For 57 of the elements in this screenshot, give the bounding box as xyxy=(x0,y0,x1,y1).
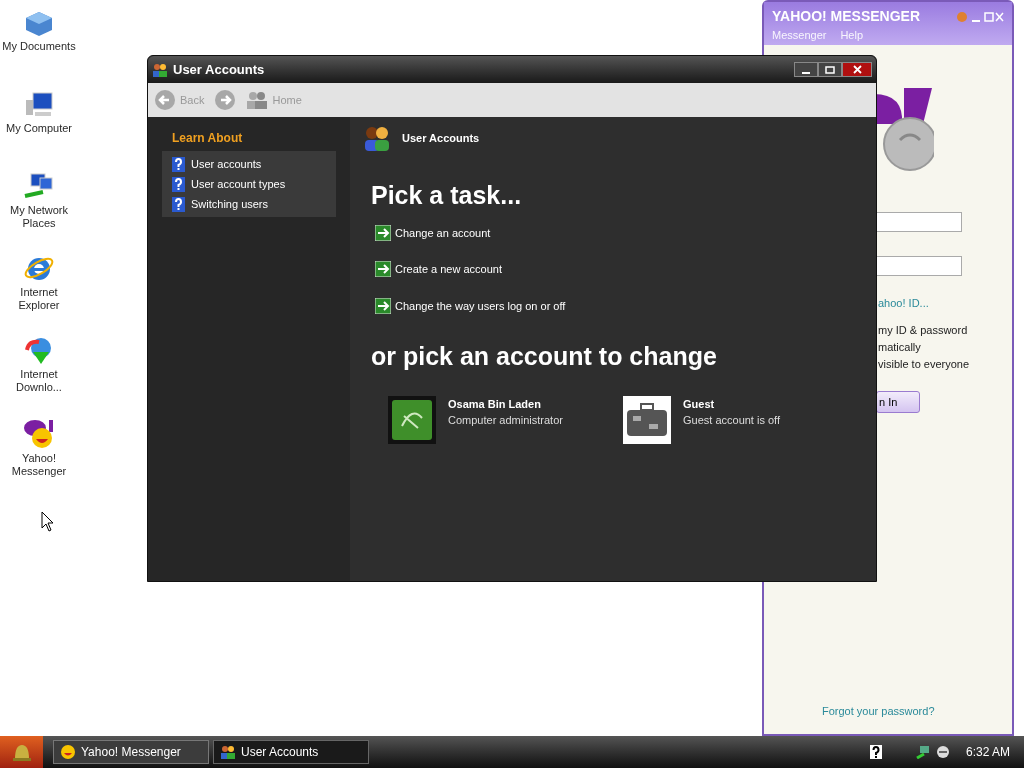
help-icon[interactable] xyxy=(869,745,882,759)
arrow-icon xyxy=(375,224,391,241)
cursor-icon xyxy=(41,511,55,532)
clock: 6:32 AM xyxy=(965,744,1010,761)
maximize-button[interactable] xyxy=(818,62,842,77)
users-icon xyxy=(362,125,392,151)
window-title: User Accounts xyxy=(173,60,265,79)
window-controls-icon[interactable] xyxy=(956,10,1004,23)
task-link[interactable]: Create a new account xyxy=(375,261,876,278)
minimize-icon xyxy=(802,71,810,74)
sidebar-heading: Learn About xyxy=(172,130,244,147)
option-label: my ID & password xyxy=(878,323,968,338)
account-type: Computer administrator xyxy=(448,413,563,428)
start-button[interactable] xyxy=(0,736,43,768)
taskbar-button[interactable]: User Accounts xyxy=(213,740,369,764)
get-id-link[interactable]: ahoo! ID... xyxy=(878,295,929,312)
desktop-icon-label[interactable]: My Documents xyxy=(2,40,76,53)
users-icon xyxy=(152,62,168,77)
desktop-icon-label[interactable]: My Computer xyxy=(2,122,76,135)
maximize-icon xyxy=(825,65,835,74)
network-icon[interactable] xyxy=(915,745,930,759)
help-link[interactable]: User accounts xyxy=(172,154,326,174)
help-icon xyxy=(172,176,185,192)
window-title: YAHOO! MESSENGER xyxy=(772,7,921,26)
task-heading: Pick a task... xyxy=(371,180,523,211)
account-type: Guest account is off xyxy=(683,413,781,428)
desktop-icon-label[interactable]: My Network Places xyxy=(2,204,76,230)
sign-in-button[interactable]: n In xyxy=(876,391,920,413)
task-link[interactable]: Change the way users log on or off xyxy=(375,297,876,314)
users-icon xyxy=(220,745,236,759)
desktop-icon-label[interactable]: Internet Explorer xyxy=(2,286,76,312)
taskbar-button[interactable]: Yahoo! Messenger xyxy=(53,740,209,764)
suitcase-icon[interactable] xyxy=(623,395,671,444)
account-name: Guest xyxy=(683,396,716,412)
desktop-icon-label[interactable]: Internet Downlo... xyxy=(2,368,76,394)
option-label: visible to everyone xyxy=(878,357,970,372)
help-link[interactable]: User account types xyxy=(172,174,326,194)
minimize-button[interactable] xyxy=(794,62,818,77)
close-button[interactable] xyxy=(842,62,872,77)
account-name: Osama Bin Laden xyxy=(448,396,542,412)
close-icon xyxy=(852,65,862,74)
account-tile[interactable]: Guest Guest account is off xyxy=(623,395,858,444)
forgot-password-link[interactable]: Forgot your password? xyxy=(822,703,935,720)
password-field[interactable] xyxy=(876,256,962,276)
account-tile[interactable]: Osama Bin Laden Computer administrator xyxy=(388,395,623,444)
task-link[interactable]: Change an account xyxy=(375,224,876,241)
section-title: User Accounts xyxy=(402,130,480,146)
accounts-heading: or pick an account to change xyxy=(371,341,718,372)
help-icon xyxy=(172,156,185,172)
users-icon xyxy=(246,91,269,109)
arrow-icon xyxy=(375,297,391,314)
arrow-icon xyxy=(375,261,391,278)
help-icon xyxy=(172,196,185,212)
option-label: matically xyxy=(878,340,921,355)
desktop-icon-label[interactable]: Yahoo! Messenger xyxy=(2,452,76,478)
id-field[interactable] xyxy=(876,212,962,232)
help-link[interactable]: Switching users xyxy=(172,194,326,214)
